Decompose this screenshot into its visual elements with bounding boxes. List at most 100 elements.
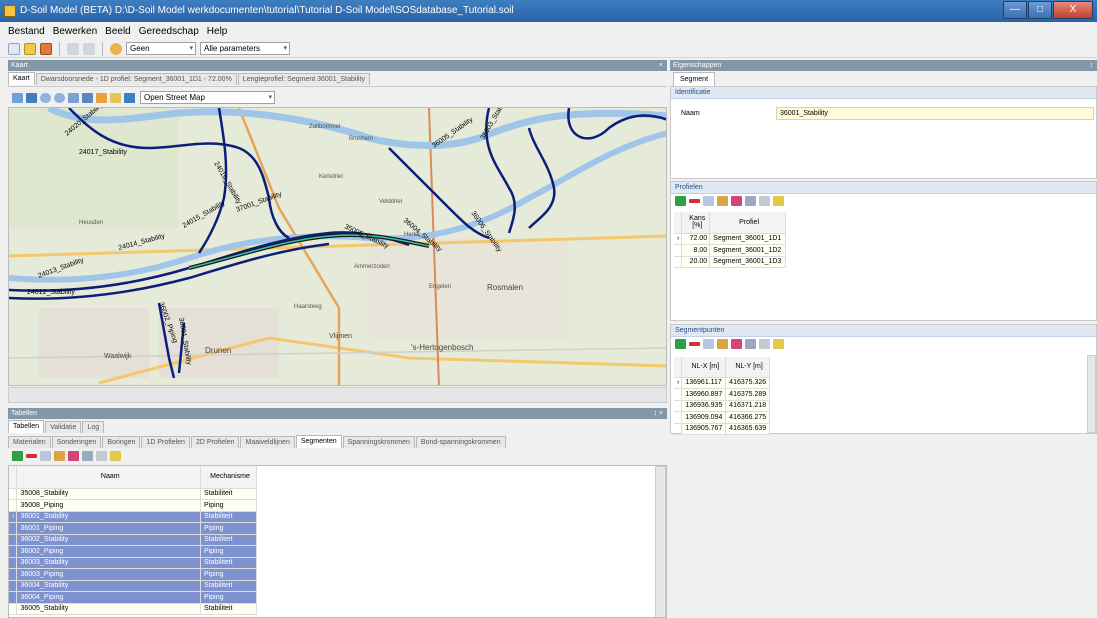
segments-vertical-scrollbar[interactable] <box>655 466 666 617</box>
menu-gereedschap[interactable]: Gereedschap <box>139 26 199 37</box>
map-panel-close-icon[interactable]: × <box>659 60 663 71</box>
tables-panel-controls-icon[interactable]: ↕ × <box>653 408 663 419</box>
tab-segmenten[interactable]: Segmenten <box>295 435 342 448</box>
table-row[interactable]: 8.00 Segment_36001_1D2 <box>674 244 786 257</box>
table-row[interactable]: 20.00 Segment_36001_1D3 <box>674 256 786 268</box>
delete-point-icon[interactable] <box>689 342 700 346</box>
table-row[interactable]: › 72.00 Segment_36001_1D1 <box>674 233 786 245</box>
delete-profile-icon[interactable] <box>689 199 700 203</box>
table-row[interactable]: 136909.094 416366.275 <box>674 411 770 424</box>
row-name[interactable]: 36004_Stability <box>16 580 202 592</box>
tab-lengteprofiel[interactable]: Lengteprofiel: Segment 36001_Stability <box>237 73 370 85</box>
add-row-icon[interactable] <box>12 451 23 461</box>
tab-segment[interactable]: Segment <box>673 72 716 86</box>
table-export-icon[interactable] <box>773 339 784 349</box>
row-name[interactable]: 35008_Piping <box>16 499 202 512</box>
map-view[interactable]: 24020_Stability 24017_Stability 24016_St… <box>8 107 667 386</box>
row-kans[interactable]: 20.00 <box>681 256 711 268</box>
table-columns-icon[interactable] <box>745 339 756 349</box>
table-edit-icon[interactable] <box>68 451 79 461</box>
tab-1d-profielen[interactable]: 1D Profielen <box>141 436 190 448</box>
map-layer-combo[interactable]: Open Street Map ▾ <box>140 91 275 104</box>
segmentpunten-vertical-scrollbar[interactable] <box>1087 355 1096 433</box>
table-export-icon[interactable] <box>773 196 784 206</box>
tab-dwarsdoorsnede[interactable]: Dwarsdoorsnede - 1D profiel: Segment_360… <box>35 73 237 85</box>
map-tool-icon[interactable] <box>96 92 107 103</box>
table-edit-icon[interactable] <box>731 339 742 349</box>
table-row[interactable]: 35008_Piping Piping <box>9 499 257 512</box>
table-row[interactable]: 35008_Stability Stabiliteit <box>9 488 257 500</box>
tab-materialen[interactable]: Materialen <box>8 436 51 448</box>
map-horizontal-scrollbar[interactable] <box>8 387 667 403</box>
col-naam[interactable]: Naam <box>16 466 202 489</box>
table-row[interactable]: 136905.767 416365.639 <box>674 423 770 435</box>
map-export-icon[interactable] <box>110 92 121 103</box>
row-mechanism[interactable]: Stabiliteit <box>200 534 257 546</box>
tab-spanningskrommen[interactable]: Spanningskrommen <box>342 436 415 448</box>
map-canvas[interactable]: 24020_Stability 24017_Stability 24016_St… <box>9 108 667 386</box>
row-name[interactable]: 36002_Stability <box>16 534 202 546</box>
table-columns-icon[interactable] <box>82 451 93 461</box>
table-row[interactable]: 36005_Stability Stabiliteit <box>9 603 257 615</box>
col-kans[interactable]: Kans [%] <box>681 212 711 234</box>
add-point-icon[interactable] <box>675 339 686 349</box>
row-mechanism[interactable]: Piping <box>200 591 257 604</box>
table-columns-icon[interactable] <box>745 196 756 206</box>
tab-log[interactable]: Log <box>82 421 105 433</box>
row-mechanism[interactable]: Stabiliteit <box>200 580 257 592</box>
row-name[interactable]: 36001_Piping <box>16 522 202 535</box>
tab-bond-spanningskrommen[interactable]: Bond-spanningskrommen <box>415 436 506 448</box>
zoom-out-icon[interactable] <box>54 92 65 103</box>
new-file-icon[interactable] <box>8 42 20 55</box>
menu-help[interactable]: Help <box>207 26 228 37</box>
row-nl-y[interactable]: 416365.639 <box>725 423 770 435</box>
row-mechanism[interactable]: Stabiliteit <box>200 488 257 500</box>
redo-icon[interactable] <box>83 42 95 55</box>
menu-bewerken[interactable]: Bewerken <box>53 26 97 37</box>
table-row[interactable]: 36004_Piping Piping <box>9 591 257 604</box>
paste-icon[interactable] <box>54 451 65 461</box>
map-layer-icon[interactable] <box>124 92 135 103</box>
save-icon[interactable] <box>40 42 52 55</box>
add-profile-icon[interactable] <box>675 196 686 206</box>
row-name[interactable]: 36004_Piping <box>16 591 202 604</box>
copy-icon[interactable] <box>40 451 51 461</box>
tab-tabellen[interactable]: Tabellen <box>8 420 45 433</box>
row-mechanism[interactable]: Piping <box>200 522 257 535</box>
table-row[interactable]: 36003_Piping Piping <box>9 568 257 581</box>
delete-row-icon[interactable] <box>26 454 37 458</box>
table-row[interactable]: 136936.935 416371.218 <box>674 400 770 412</box>
layers-list-icon[interactable] <box>82 92 93 103</box>
tab-sonderingen[interactable]: Sonderingen <box>51 436 102 448</box>
table-row[interactable]: 136960.897 416375.289 <box>674 388 770 401</box>
menu-bestand[interactable]: Bestand <box>8 26 45 37</box>
col-nl-x[interactable]: NL-X [m] <box>681 357 727 378</box>
combo-geen[interactable]: Geen ▾ <box>126 42 196 55</box>
table-row[interactable]: 36002_Piping Piping <box>9 545 257 558</box>
table-edit-icon[interactable] <box>731 196 742 206</box>
paste-icon[interactable] <box>717 196 728 206</box>
table-tool-icon[interactable] <box>759 196 770 206</box>
row-nl-y[interactable]: 416375.326 <box>725 377 770 389</box>
row-nl-x[interactable]: 136905.767 <box>681 423 727 435</box>
tab-2d-profielen[interactable]: 2D Profielen <box>190 436 240 448</box>
row-mechanism[interactable]: Piping <box>200 568 257 581</box>
menu-beeld[interactable]: Beeld <box>105 26 131 37</box>
table-tool-icon[interactable] <box>96 451 107 461</box>
table-row[interactable]: › 36001_Stability Stabiliteit <box>9 511 257 523</box>
copy-icon[interactable] <box>703 196 714 206</box>
row-nl-x[interactable]: 136961.117 <box>681 377 727 389</box>
row-mechanism[interactable]: Stabiliteit <box>200 511 257 523</box>
zoom-in-icon[interactable] <box>40 92 51 103</box>
table-row[interactable]: 36003_Stability Stabiliteit <box>9 557 257 569</box>
row-name[interactable]: 36001_Stability <box>16 511 202 523</box>
row-name[interactable]: 36003_Stability <box>16 557 202 569</box>
open-folder-icon[interactable] <box>24 42 36 55</box>
table-export-icon[interactable] <box>110 451 121 461</box>
undo-icon[interactable] <box>67 42 79 55</box>
select-icon[interactable] <box>12 92 23 103</box>
row-nl-x[interactable]: 136960.897 <box>681 388 727 401</box>
maximize-button[interactable]: □ <box>1028 1 1052 19</box>
minimize-button[interactable]: — <box>1003 1 1027 19</box>
tab-boringen[interactable]: Boringen <box>102 436 141 448</box>
